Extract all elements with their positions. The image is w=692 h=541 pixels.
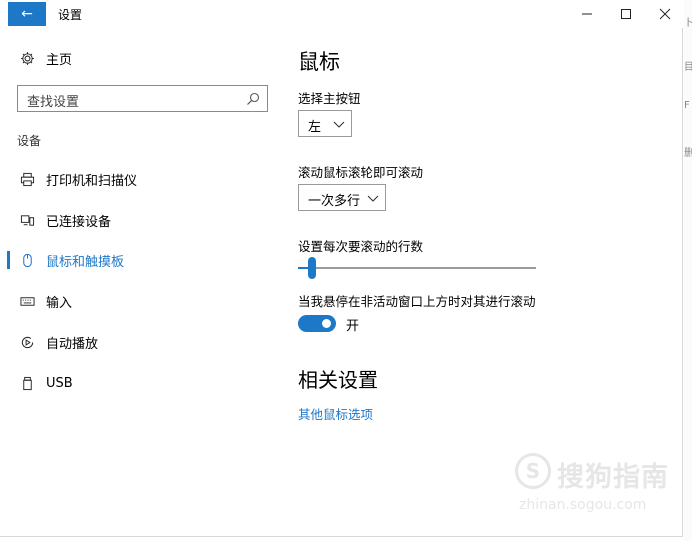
sidebar-item-typing[interactable]: 输入 [0, 285, 280, 317]
related-settings-title: 相关设置 [298, 368, 378, 392]
sidebar-item-home[interactable]: 主页 [0, 42, 280, 74]
window-title: 设置 [58, 8, 83, 22]
background-glyph: F [684, 100, 690, 111]
sidebar-item-label: 已连接设备 [46, 214, 112, 230]
scroll-mode-value: 一次多行 [308, 194, 361, 209]
scroll-lines-slider-thumb[interactable] [308, 257, 317, 279]
toggle-state-label: 开 [346, 319, 360, 334]
watermark: S 搜狗指南 zhinan.sogou.com [515, 453, 675, 523]
background-window-edge: 卜 目 F 删 [684, 0, 692, 541]
scroll-mode-select[interactable]: 一次多行 [298, 184, 386, 211]
background-glyph: 目 [684, 62, 692, 73]
sidebar-item-printers[interactable]: 打印机和扫描仪 [0, 163, 280, 195]
minimize-button[interactable] [569, 3, 605, 25]
watermark-logo-glyph: S [525, 459, 541, 483]
back-arrow-icon: ← [21, 6, 33, 22]
usb-icon [19, 375, 35, 391]
settings-window: ← 设置 主页 查找设置 设备 打印机和扫描仪 已连接设备 鼠标和触摸板 输入 … [0, 0, 683, 537]
mouse-icon [19, 252, 35, 268]
sidebar-item-label: 主页 [46, 52, 73, 68]
selection-indicator [7, 251, 10, 269]
sidebar-item-mouse-touchpad[interactable]: 鼠标和触摸板 [0, 244, 280, 276]
title-bar: ← 设置 [0, 0, 683, 28]
scroll-lines-label: 设置每次要滚动的行数 [298, 239, 424, 254]
autoplay-icon [19, 334, 35, 350]
scroll-lines-slider-track[interactable] [298, 267, 536, 269]
additional-mouse-options-link[interactable]: 其他鼠标选项 [298, 404, 373, 423]
primary-button-label: 选择主按钮 [298, 91, 361, 106]
keyboard-icon [19, 293, 35, 309]
primary-button-value: 左 [308, 120, 322, 135]
chevron-down-icon [333, 121, 345, 128]
toggle-knob [322, 319, 331, 328]
watermark-text: 搜狗指南 [557, 462, 669, 493]
gear-icon [19, 50, 35, 66]
search-placeholder: 查找设置 [27, 95, 80, 110]
scroll-mode-label: 滚动鼠标滚轮即可滚动 [298, 165, 424, 180]
inactive-scroll-label: 当我悬停在非活动窗口上方时对其进行滚动 [298, 294, 536, 309]
printer-icon [19, 171, 35, 187]
close-icon [659, 8, 671, 20]
maximize-button[interactable] [608, 3, 644, 25]
close-button[interactable] [647, 3, 683, 25]
sidebar-item-label: 打印机和扫描仪 [46, 173, 138, 189]
search-icon [247, 92, 260, 105]
sidebar-item-usb[interactable]: USB [0, 367, 280, 399]
page-title: 鼠标 [298, 50, 340, 74]
inactive-scroll-toggle[interactable] [298, 315, 336, 332]
background-glyph: 删 [684, 148, 692, 159]
minimize-icon [582, 13, 592, 15]
connected-devices-icon [19, 212, 35, 228]
primary-button-select[interactable]: 左 [298, 110, 352, 137]
chevron-down-icon [367, 195, 379, 202]
search-input[interactable]: 查找设置 [17, 85, 268, 112]
sogou-logo-icon: S [515, 453, 551, 489]
maximize-icon [621, 9, 631, 19]
background-glyph: 卜 [684, 18, 692, 29]
sidebar-item-connected-devices[interactable]: 已连接设备 [0, 204, 280, 236]
sidebar-item-label: 自动播放 [46, 336, 99, 352]
sidebar-item-label: 输入 [46, 295, 73, 311]
sidebar-item-label: 鼠标和触摸板 [46, 254, 125, 270]
sidebar-item-label: USB [46, 375, 73, 391]
back-button[interactable]: ← [8, 2, 46, 26]
watermark-url: zhinan.sogou.com [519, 497, 647, 513]
sidebar-item-autoplay[interactable]: 自动播放 [0, 326, 280, 358]
sidebar-section-label: 设备 [17, 134, 42, 148]
